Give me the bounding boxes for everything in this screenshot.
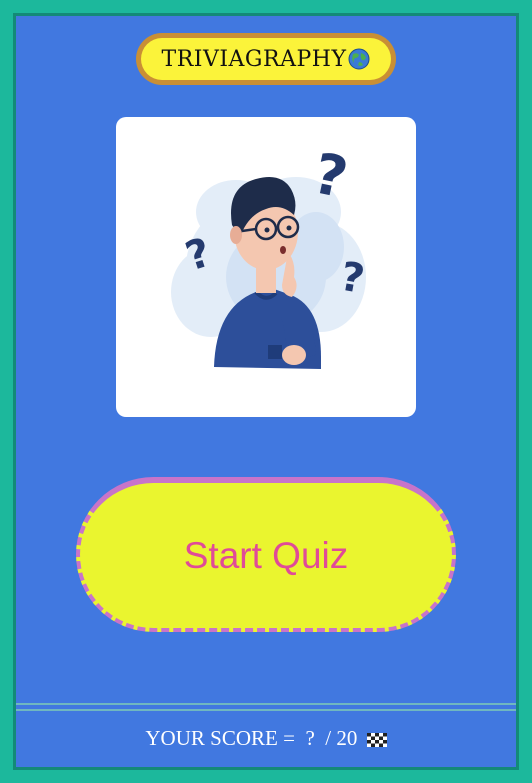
app-title: TRIVIAGRAPHY	[161, 46, 347, 72]
checkered-flag-icon	[366, 733, 387, 748]
start-quiz-button[interactable]: Start Quiz	[76, 477, 456, 632]
app-frame: TRIVIAGRAPHY ? ? ? Start Quiz YOUR SCORE…	[0, 0, 532, 783]
svg-text:?: ?	[308, 141, 353, 211]
start-quiz-label: Start Quiz	[183, 534, 349, 576]
main-panel: TRIVIAGRAPHY ? ? ? Start Quiz YOUR SCORE…	[13, 13, 519, 770]
score-total: / 20	[325, 726, 358, 750]
title-banner-inner: TRIVIAGRAPHY	[141, 38, 391, 80]
globe-icon	[348, 48, 370, 70]
score-prefix: YOUR SCORE =	[145, 726, 295, 750]
confused-person-illustration: ? ? ?	[171, 141, 368, 369]
hero-card: ? ? ?	[116, 117, 416, 417]
score-display: YOUR SCORE = ? / 20	[16, 726, 516, 751]
score-value: ?	[305, 726, 315, 750]
title-banner: TRIVIAGRAPHY	[136, 33, 396, 85]
footer-divider	[16, 703, 516, 711]
